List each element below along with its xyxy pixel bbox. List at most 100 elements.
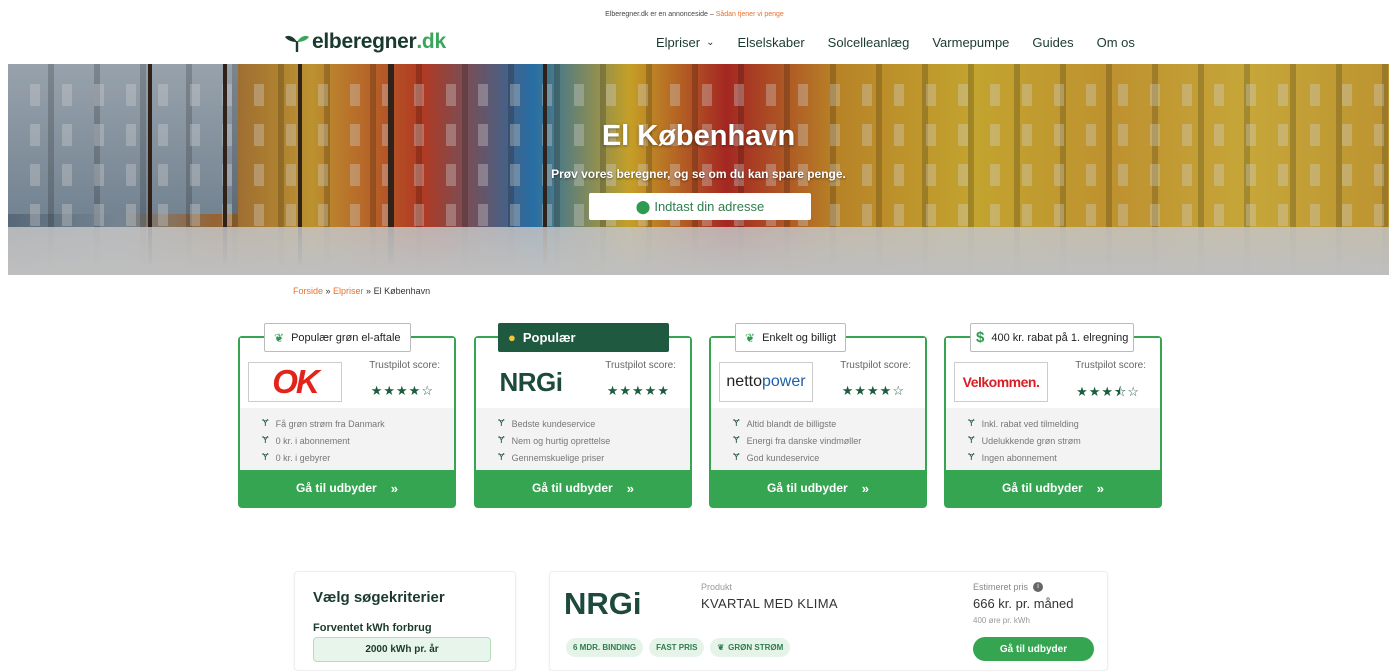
list-item: Ɏ Inkl. rabat ved tilmelding <box>968 418 1081 429</box>
nav-elpriser[interactable]: Elpriser ⌄ <box>656 35 714 50</box>
provider-logo-nettopower[interactable]: nettopower <box>719 362 813 402</box>
provider-logo-velkommen[interactable]: Velkommen. <box>954 362 1048 402</box>
feature-text: 0 kr. i gebyrer <box>275 452 331 463</box>
cta-label: Gå til udbyder <box>296 481 377 495</box>
trustpilot-stars: ★★★★☆ <box>841 383 905 398</box>
feature-text: Bedste kundeservice <box>511 418 596 429</box>
nav-elpriser-label: Elpriser <box>656 35 701 50</box>
criteria-title: Vælg søgekriterier <box>313 589 445 606</box>
feature-text: Energi fra danske vindmøller <box>746 435 862 446</box>
breadcrumb-current: El København <box>373 286 431 296</box>
lightbulb-icon: ● <box>508 330 516 345</box>
trustpilot-stars: ★★★⯪☆ <box>1076 384 1140 399</box>
product-result-row: NRGi Produkt KVARTAL MED KLIMA 6 MDR. BI… <box>549 571 1108 671</box>
tag-green-power: ❦ GRØN STRØM <box>710 638 791 657</box>
map-pin-icon: ⬤ <box>635 198 651 214</box>
go-to-provider-button[interactable]: Gå til udbyder » <box>240 470 454 506</box>
provider-logo-nrgi[interactable]: NRGi <box>484 362 578 402</box>
card-tag-label: Populær <box>522 330 576 345</box>
card-tag: ● Populær <box>498 323 669 352</box>
ad-notice: Elberegner.dk er en annonceside – Sådan … <box>0 11 1389 18</box>
feature-text: Gennemskuelige priser <box>511 452 605 463</box>
trustpilot-label: Trustpilot score: <box>840 360 911 371</box>
ad-notice-link[interactable]: Sådan tjener vi penge <box>716 11 784 18</box>
feature-text: Inkl. rabat ved tilmelding <box>981 418 1079 429</box>
provider-card-nrgi: ● Populær NRGi Trustpilot score: ★★★★★ ɎB… <box>474 323 692 508</box>
feature-text: 0 kr. i abonnement <box>275 435 350 446</box>
search-criteria-panel: Vælg søgekriterier Forventet kWh forbrug… <box>294 571 516 671</box>
leaf-icon: ❦ <box>717 643 725 652</box>
list-item: Ɏ Nem og hurtig oprettelse <box>498 435 610 446</box>
list-item: Ɏ Få grøn strøm fra Danmark <box>262 418 385 429</box>
nav-varmepumpe[interactable]: Varmepumpe <box>932 35 1009 50</box>
cta-label: Gå til udbyder <box>1002 481 1083 495</box>
product-provider-logo[interactable]: NRGi <box>564 586 642 622</box>
nav-solcelleanlaeg[interactable]: Solcelleanlæg <box>828 35 910 50</box>
double-chevron-right-icon: » <box>626 480 634 496</box>
feature-text: Nem og hurtig oprettelse <box>511 435 611 446</box>
feature-text: Altid blandt de billigste <box>746 418 837 429</box>
leaf-icon: ❦ <box>274 330 285 345</box>
trustpilot-stars: ★★★★☆ <box>370 383 434 398</box>
feature-text: Ingen abonnement <box>981 452 1057 463</box>
tag-green-power-label: GRØN STRØM <box>728 643 784 652</box>
product-label: Produkt <box>701 582 733 592</box>
card-tag: $400 kr. rabat på 1. elregning <box>970 323 1135 352</box>
nav-om-os[interactable]: Om os <box>1097 35 1135 50</box>
feature-text: Udelukkende grøn strøm <box>981 435 1081 446</box>
estimated-price-label: Estimeret pris i <box>973 582 1044 592</box>
tag-binding: 6 MDR. BINDING <box>566 638 644 657</box>
logo-part-netto: netto <box>726 373 762 390</box>
main-nav: Elpriser ⌄ Elselskaber Solcelleanlæg Varm… <box>656 35 1158 50</box>
list-item: Ɏ 0 kr. i abonnement <box>262 435 385 446</box>
hero-banner: El København Prøv vores beregner, og se … <box>8 64 1389 275</box>
go-to-provider-button[interactable]: Gå til udbyder » <box>476 470 690 506</box>
provider-logo-ok[interactable]: OK <box>248 362 342 402</box>
sprout-logo-icon <box>285 35 309 52</box>
sprout-icon: Ɏ <box>968 418 975 429</box>
list-item: Ɏ Altid blandt de billigste <box>733 418 861 429</box>
sprout-icon: Ɏ <box>733 435 740 446</box>
card-tag: ❦ Populær grøn el-aftale <box>264 323 411 352</box>
provider-logo-text: NRGi <box>499 366 564 397</box>
site-logo[interactable]: elberegner .dk <box>284 30 446 54</box>
kwh-usage-input[interactable]: 2000 kWh pr. år <box>313 637 491 662</box>
logo-part-power: power <box>762 373 806 390</box>
cta-label: Gå til udbyder <box>767 481 848 495</box>
site-header: elberegner .dk Elpriser ⌄ Elselskaber Solc… <box>0 30 1389 58</box>
leaf-icon: ❦ <box>745 330 756 345</box>
tag-fixed-price: FAST PRIS <box>649 638 705 657</box>
sprout-icon: Ɏ <box>498 452 505 463</box>
go-to-provider-button[interactable]: Gå til udbyder » <box>946 470 1160 506</box>
card-tag-label: 400 kr. rabat på 1. elregning <box>991 331 1129 344</box>
dollar-icon: $ <box>976 329 985 346</box>
address-input-button[interactable]: ⬤ Indtast din adresse <box>589 193 811 220</box>
product-go-to-provider-button[interactable]: Gå til udbyder <box>973 637 1094 661</box>
provider-logo-text: Velkommen. <box>962 374 1040 390</box>
feature-list: Ɏ Altid blandt de billigste Ɏ Energi fra d… <box>733 418 861 469</box>
provider-logo-text: nettopower <box>726 373 805 391</box>
sprout-icon: Ɏ <box>968 452 975 463</box>
sprout-icon: Ɏ <box>262 435 269 446</box>
provider-logo-text: OK <box>272 363 319 400</box>
list-item: Ɏ Ingen abonnement <box>968 452 1081 463</box>
double-chevron-right-icon: » <box>861 480 869 496</box>
info-icon[interactable]: i <box>1033 582 1044 592</box>
address-input-label: Indtast din adresse <box>654 199 765 214</box>
product-tags: 6 MDR. BINDING FAST PRIS ❦ GRØN STRØM <box>566 638 791 657</box>
feature-list: Ɏ Bedste kundeservice Ɏ Nem og hurtig opre… <box>498 418 610 469</box>
sprout-icon: Ɏ <box>733 418 740 429</box>
breadcrumb-elpriser[interactable]: Elpriser <box>333 286 364 296</box>
breadcrumb-home[interactable]: Forside <box>293 286 323 296</box>
nav-guides[interactable]: Guides <box>1032 35 1073 50</box>
breadcrumb-separator: » <box>323 286 334 296</box>
trustpilot-label: Trustpilot score: <box>605 360 676 371</box>
provider-card-nettopower: ❦ Enkelt og billigt nettopower Trustpilot… <box>709 323 927 508</box>
nav-elselskaber[interactable]: Elselskaber <box>737 35 804 50</box>
go-to-provider-button[interactable]: Gå til udbyder » <box>711 470 925 506</box>
breadcrumb-separator: » <box>363 286 374 296</box>
card-tag: ❦ Enkelt og billigt <box>735 323 847 352</box>
hero-title: El København <box>601 120 796 152</box>
ad-notice-text: Elberegner.dk er en annonceside – <box>605 11 716 18</box>
double-chevron-right-icon: » <box>390 480 398 496</box>
